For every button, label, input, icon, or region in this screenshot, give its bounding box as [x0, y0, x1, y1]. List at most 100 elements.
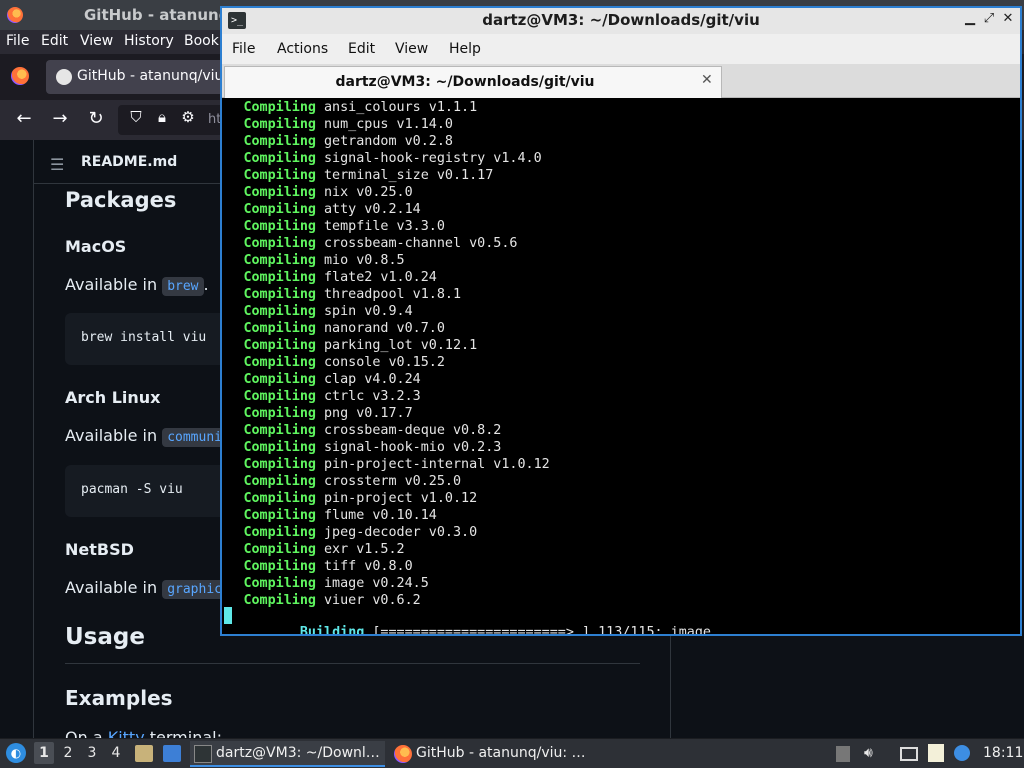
workspace-4[interactable]: 4: [106, 745, 126, 761]
paragraph-netbsd: Available in graphics: [65, 578, 235, 599]
terminal-line: Compiling console v0.15.2: [222, 354, 445, 371]
taskbar: ◐ 1 2 3 4 dartz@VM3: ~/Downl… GitHub - a…: [0, 738, 1024, 768]
minimize-icon[interactable]: ▁: [962, 11, 978, 29]
workspace-3[interactable]: 3: [82, 745, 102, 761]
network-icon[interactable]: [900, 747, 918, 761]
crate-name: tempfile v3.3.0: [324, 219, 445, 234]
terminal-line: Compiling nanorand v0.7.0: [222, 320, 445, 337]
terminal-line: Compiling signal-hook-mio v0.2.3: [222, 439, 501, 456]
terminal-window: >_ dartz@VM3: ~/Downloads/git/viu ▁ ⤢ ✕ …: [220, 6, 1022, 636]
terminal-line: Compiling tempfile v3.3.0: [222, 218, 445, 235]
list-icon[interactable]: ☰: [50, 155, 64, 174]
building-progress: [=======================> ] 113/115: ima…: [372, 625, 711, 634]
terminal-line: Compiling flate2 v1.0.24: [222, 269, 436, 286]
available-in-text: Available in: [65, 578, 158, 597]
compiling-keyword: Compiling: [243, 236, 316, 251]
crate-name: crossbeam-channel v0.5.6: [324, 236, 518, 251]
compiling-keyword: Compiling: [243, 559, 316, 574]
terminal-line: Compiling getrandom v0.2.8: [222, 133, 453, 150]
compiling-keyword: Compiling: [243, 338, 316, 353]
maximize-icon[interactable]: ⤢: [981, 11, 997, 29]
compiling-keyword: Compiling: [243, 304, 316, 319]
permissions-icon[interactable]: ⚙: [176, 108, 200, 126]
workspace-2[interactable]: 2: [58, 745, 78, 761]
ff-menu-edit[interactable]: Edit: [41, 33, 68, 49]
terminal-line: Compiling pin-project v1.0.12: [222, 490, 477, 507]
term-menu-file[interactable]: File: [232, 41, 255, 57]
crate-name: png v0.17.7: [324, 406, 413, 421]
term-menu-view[interactable]: View: [395, 41, 428, 57]
compiling-keyword: Compiling: [243, 270, 316, 285]
lock-icon[interactable]: 🔒︎: [150, 108, 174, 126]
terminal-window-title: dartz@VM3: ~/Downloads/git/viu: [482, 11, 760, 29]
terminal-line: Compiling tiff v0.8.0: [222, 558, 412, 575]
compiling-keyword: Compiling: [243, 219, 316, 234]
terminal-line: Compiling nix v0.25.0: [222, 184, 413, 201]
compiling-keyword: Compiling: [243, 117, 316, 132]
terminal-line: Compiling terminal_size v0.1.17: [222, 167, 493, 184]
paragraph-arch: Available in community: [65, 426, 243, 447]
workspace-1[interactable]: 1: [34, 742, 54, 764]
crate-name: signal-hook-registry v1.4.0: [324, 151, 542, 166]
reload-icon[interactable]: ↻: [84, 108, 108, 129]
brew-code: brew: [162, 277, 204, 296]
term-menu-actions[interactable]: Actions: [277, 41, 328, 57]
building-keyword: Building: [299, 625, 365, 634]
terminal-titlebar[interactable]: >_ dartz@VM3: ~/Downloads/git/viu ▁ ⤢ ✕: [222, 8, 1020, 34]
terminal-line: Compiling jpeg-decoder v0.3.0: [222, 524, 477, 541]
heading-usage: Usage: [65, 624, 145, 650]
terminal-line: Compiling num_cpus v1.14.0: [222, 116, 453, 133]
volume-icon[interactable]: 🔊︎: [864, 745, 873, 761]
firefox-view-icon[interactable]: [11, 67, 29, 85]
crate-name: mio v0.8.5: [324, 253, 405, 268]
compiling-keyword: Compiling: [243, 355, 316, 370]
back-arrow-icon[interactable]: ←: [12, 108, 36, 129]
terminal-tab[interactable]: dartz@VM3: ~/Downloads/git/viu ✕: [224, 66, 722, 98]
update-icon[interactable]: [954, 745, 970, 761]
compiling-keyword: Compiling: [243, 372, 316, 387]
terminal-output[interactable]: Compiling ansi_colours v1.1.1 Compiling num…: [222, 99, 1020, 634]
ff-menu-history[interactable]: History: [124, 33, 174, 49]
crate-name: nix v0.25.0: [324, 185, 413, 200]
compiling-keyword: Compiling: [243, 321, 316, 336]
desktop-icon[interactable]: [163, 745, 181, 762]
available-in-text: Available in: [65, 275, 158, 294]
shield-icon[interactable]: ⛉: [124, 108, 148, 126]
terminal-menubar: File Actions Edit View Help: [222, 34, 1020, 64]
close-icon[interactable]: ✕: [1000, 11, 1016, 29]
crate-name: spin v0.9.4: [324, 304, 413, 319]
start-menu-icon[interactable]: ◐: [6, 743, 26, 763]
compiling-keyword: Compiling: [243, 423, 316, 438]
terminal-line: Compiling exr v1.5.2: [222, 541, 404, 558]
compiling-keyword: Compiling: [243, 406, 316, 421]
file-manager-icon[interactable]: [135, 745, 153, 762]
ff-menu-file[interactable]: File: [6, 33, 29, 49]
readme-title: README.md: [81, 154, 178, 170]
crate-name: atty v0.2.14: [324, 202, 421, 217]
compiling-keyword: Compiling: [243, 508, 316, 523]
term-menu-help[interactable]: Help: [449, 41, 481, 57]
forward-arrow-icon[interactable]: →: [48, 108, 72, 129]
ff-menu-view[interactable]: View: [80, 33, 113, 49]
terminal-line: Compiling signal-hook-registry v1.4.0: [222, 150, 542, 167]
compiling-keyword: Compiling: [243, 151, 316, 166]
notes-icon[interactable]: [928, 744, 944, 762]
clipboard-icon[interactable]: [836, 746, 850, 762]
heading-arch-linux: Arch Linux: [65, 388, 161, 407]
crate-name: crossbeam-deque v0.8.2: [324, 423, 502, 438]
terminal-line: Compiling threadpool v1.8.1: [222, 286, 461, 303]
task-terminal[interactable]: dartz@VM3: ~/Downl…: [190, 741, 385, 767]
crate-name: parking_lot v0.12.1: [324, 338, 478, 353]
task-firefox[interactable]: GitHub - atanunq/viu: …: [390, 741, 590, 767]
terminal-line: Compiling crossbeam-deque v0.8.2: [222, 422, 501, 439]
firefox-icon: [7, 7, 23, 23]
tab-close-icon[interactable]: ✕: [701, 72, 713, 88]
compiling-keyword: Compiling: [243, 440, 316, 455]
firefox-icon: [394, 745, 412, 763]
terminal-cursor: [224, 607, 232, 624]
clock[interactable]: 18:11: [983, 745, 1023, 761]
terminal-line: Compiling clap v4.0.24: [222, 371, 420, 388]
heading-examples: Examples: [65, 686, 173, 710]
compiling-keyword: Compiling: [243, 253, 316, 268]
term-menu-edit[interactable]: Edit: [348, 41, 375, 57]
